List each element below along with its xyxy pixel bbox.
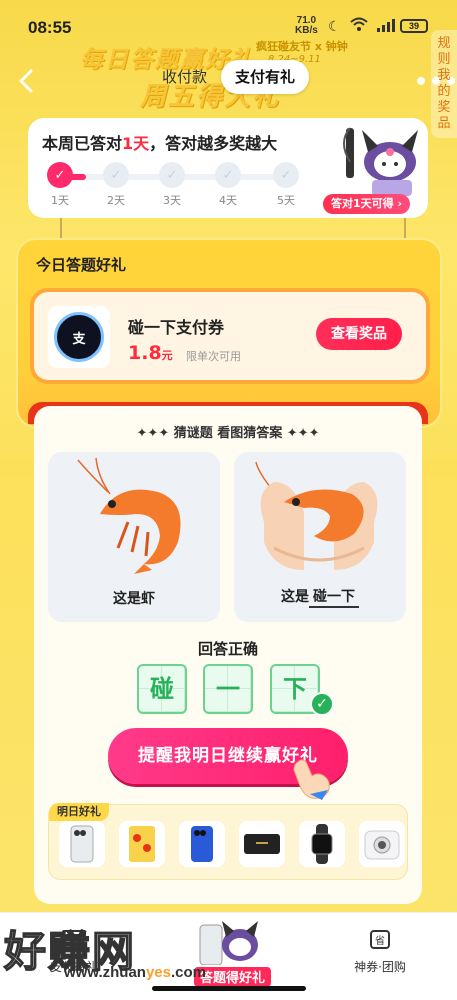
tomorrow-prizes: 明日好礼 <box>48 803 408 880</box>
coupon-limit: 限单次可用 <box>186 350 241 363</box>
weekly-progress-card: 本周已答对1天，答对越多奖越大 ✓ 1天 ✓ 2天 ✓ 3天 ✓ 4天 ✓ 5天… <box>28 118 428 218</box>
weekly-title-days: 1天 <box>122 134 150 153</box>
alipay-tap-icon: 支 <box>54 312 104 362</box>
day-label: 4天 <box>219 194 237 207</box>
nav-right-label: 神券·团购 <box>354 960 406 974</box>
left-caption: 这是虾 <box>113 591 155 607</box>
day-label: 1天 <box>51 194 69 207</box>
answer-char-2: 一 <box>203 664 253 714</box>
weekly-title-suffix: ，答对越多奖越大 <box>149 134 278 153</box>
right-caption-answer: 碰一下 <box>309 586 359 608</box>
check-icon: ✓ <box>47 162 73 188</box>
coupon-card: 支 碰一下支付券 1.8元 限单次可用 查看奖品 <box>30 288 430 384</box>
home-indicator <box>152 986 306 991</box>
pointing-hand-icon <box>293 759 330 800</box>
day-node-3: ✓ 3天 <box>158 162 186 208</box>
coupon-amount-value: 1.8 <box>128 342 162 364</box>
watermark-url-accent: yes <box>145 964 171 981</box>
day-node-2: ✓ 2天 <box>102 162 130 208</box>
nav-coupon-group[interactable]: 省 神券·团购 <box>340 925 420 975</box>
shrimp-picture: 这是虾 <box>48 452 220 622</box>
save-bag-icon: 省 <box>370 930 390 949</box>
wifi-icon <box>350 17 368 31</box>
answer-status: 回答正确 <box>197 640 258 658</box>
coupon-amount-unit: 元 <box>161 349 173 362</box>
svg-text:省: 省 <box>375 934 385 947</box>
day-node-5: ✓ 5天 <box>272 162 300 208</box>
smart-watch-icon[interactable] <box>299 821 345 867</box>
tab-receive-pay[interactable]: 收付款 <box>148 60 221 94</box>
correct-check-icon: ✓ <box>310 692 334 716</box>
battery-icon: 39 <box>400 19 428 33</box>
phone-blue-icon[interactable] <box>179 821 225 867</box>
coupon-inner: 支 碰一下支付券 1.8元 限单次可用 查看奖品 <box>34 292 426 380</box>
red-envelope-icon[interactable] <box>119 821 165 867</box>
net-speed-unit: KB/s <box>295 25 318 36</box>
watermark-url: www.zhuanyes.com <box>64 964 206 981</box>
hands-holding-shrimp-icon <box>255 461 378 570</box>
status-time: 08:55 <box>28 18 72 37</box>
weekly-title-prefix: 本周已答对 <box>42 134 123 153</box>
hands-shrimp-picture: 这是 碰一下 <box>234 452 406 622</box>
prize-row <box>59 821 405 867</box>
day-label: 2天 <box>107 194 125 207</box>
view-prize-button[interactable]: 查看奖品 <box>316 318 402 350</box>
kuromi-doll-icon <box>343 127 418 196</box>
right-caption: 这是 碰一下 <box>234 586 406 608</box>
quiz-card: ✦✦✦ 猜谜题 看图猜答案 ✦✦✦ 这是虾 这是 碰一下 回答正确 碰 一 下 ✓… <box>34 406 422 904</box>
tab-pay-reward[interactable]: 支付有礼 <box>221 60 310 94</box>
today-title: 今日答题好礼 <box>36 256 127 274</box>
weekly-title: 本周已答对1天，答对越多奖越大 <box>42 130 277 154</box>
answer-char-1: 碰 <box>137 664 187 714</box>
check-icon: ✓ <box>273 162 299 188</box>
today-reward-panel: 今日答题好礼 支 碰一下支付券 1.8元 限单次可用 查看奖品 <box>16 238 442 428</box>
check-icon: ✓ <box>103 162 129 188</box>
watermark-url-prefix: www.zhuan <box>64 964 146 981</box>
speaker-icon[interactable] <box>239 821 285 867</box>
signal-icon <box>377 19 395 32</box>
side-rules-tag[interactable]: 规则 我的奖品 <box>431 30 457 138</box>
watermark-url-suffix: .com <box>170 964 206 981</box>
banner-subtitle: 疯狂碰友节 x 钟钟 <box>256 40 348 53</box>
day-label: 3天 <box>163 194 181 207</box>
tomorrow-label: 明日好礼 <box>49 803 109 821</box>
moon-icon: ☾ <box>328 18 341 34</box>
weekly-reward-badge[interactable]: 答对1天可得 › <box>323 194 411 214</box>
coupon-logo: 支 <box>48 306 110 368</box>
day-node-4: ✓ 4天 <box>214 162 242 208</box>
header-tabs: 收付款 支付有礼 <box>148 60 310 94</box>
instant-camera-icon[interactable] <box>359 821 405 867</box>
phone-white-icon[interactable] <box>59 821 105 867</box>
coupon-amount: 1.8元 <box>128 342 173 364</box>
quiz-title: ✦✦✦ 猜谜题 看图猜答案 ✦✦✦ <box>136 426 320 441</box>
net-speed: 71.0 KB/s <box>295 16 318 36</box>
right-caption-prefix: 这是 <box>281 589 309 605</box>
check-icon: ✓ <box>215 162 241 188</box>
shrimp-icon <box>77 457 181 574</box>
back-arrow-icon[interactable] <box>12 66 42 96</box>
day-label: 5天 <box>277 194 295 207</box>
check-icon: ✓ <box>159 162 185 188</box>
day-node-1: ✓ 1天 <box>46 162 74 208</box>
coupon-name: 碰一下支付券 <box>128 318 225 337</box>
